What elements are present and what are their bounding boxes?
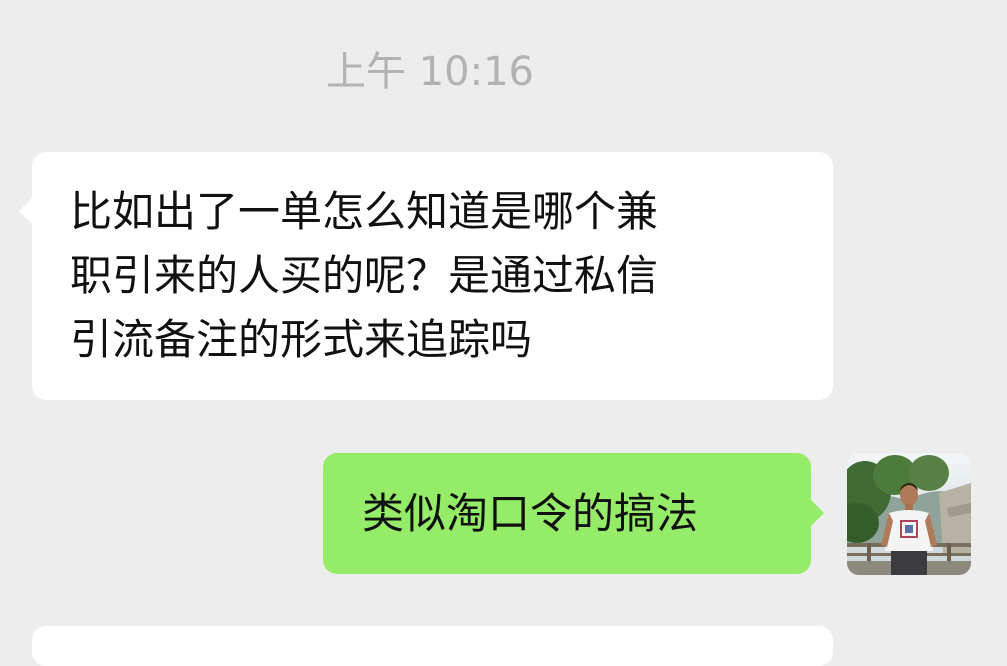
- user-avatar[interactable]: [847, 453, 971, 575]
- message-line: 比如出了一单怎么知道是哪个兼: [70, 187, 659, 236]
- message-line: 职引来的人买的呢？是通过私信: [70, 251, 659, 300]
- message-timestamp: 上午 10:16: [326, 49, 534, 95]
- avatar-photo-icon: [847, 453, 971, 575]
- bubble-tail-icon: [810, 499, 824, 527]
- next-message-bubble[interactable]: [32, 626, 833, 666]
- message-text: 类似淘口令的搞法: [362, 489, 699, 538]
- incoming-message-bubble[interactable]: 比如出了一单怎么知道是哪个兼 职引来的人买的呢？是通过私信 引流备注的形式来追踪…: [19, 152, 833, 400]
- bubble-tail-icon: [19, 197, 33, 225]
- outgoing-message-bubble[interactable]: 类似淘口令的搞法: [323, 453, 824, 574]
- message-line: 引流备注的形式来追踪吗: [70, 315, 533, 364]
